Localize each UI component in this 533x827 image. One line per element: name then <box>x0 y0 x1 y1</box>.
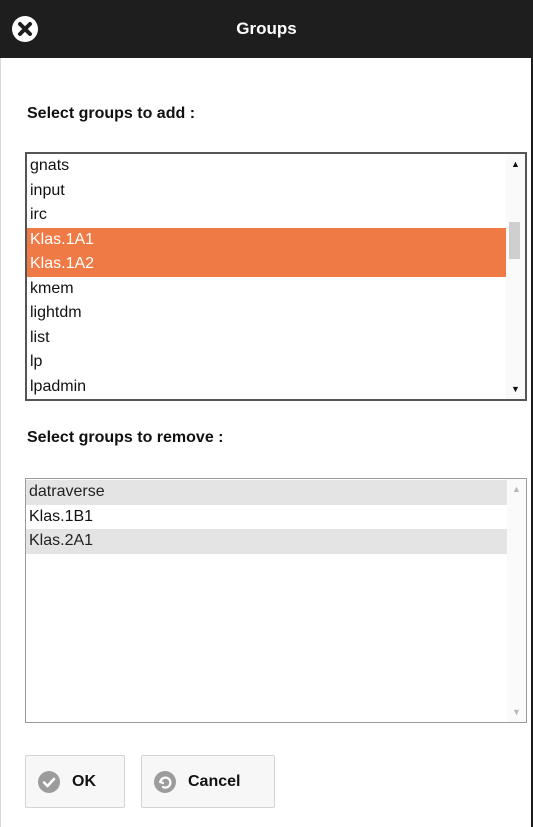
cancel-button[interactable]: Cancel <box>141 755 275 808</box>
remove-group-item[interactable]: datraverse <box>26 480 507 505</box>
add-group-item[interactable]: kmem <box>27 277 506 302</box>
groups-dialog: Groups Select groups to add : gnats input… <box>0 0 533 827</box>
add-group-item[interactable]: lightdm <box>27 301 506 326</box>
add-groups-label: Select groups to add : <box>27 105 196 122</box>
add-groups-listbox[interactable]: gnats input irc Klas.1A1 Klas.1A2 kmem lightdm… <box>25 152 527 401</box>
scroll-up-arrow-icon[interactable]: ▲ <box>506 156 525 172</box>
remove-groups-scrollbar[interactable]: ▲ ▼ <box>507 479 526 722</box>
title-bar: Groups <box>0 0 533 58</box>
scroll-up-arrow-icon[interactable]: ▲ <box>507 481 526 497</box>
check-circle-icon <box>38 770 60 793</box>
add-groups-scrollbar[interactable]: ▲ ▼ <box>506 154 525 399</box>
remove-groups-label: Select groups to remove : <box>27 429 224 446</box>
scroll-down-arrow-icon[interactable]: ▼ <box>507 704 526 720</box>
add-group-item[interactable]: list <box>27 326 506 351</box>
add-group-item[interactable]: input <box>27 179 506 204</box>
ok-button-label: OK <box>72 772 96 790</box>
add-group-item[interactable]: lp <box>27 350 506 375</box>
add-group-item[interactable]: Klas.1A1 <box>27 227 506 252</box>
undo-circle-icon <box>154 770 176 793</box>
add-group-item[interactable]: irc <box>27 203 506 228</box>
scroll-down-arrow-icon[interactable]: ▼ <box>506 381 525 397</box>
remove-group-item[interactable]: Klas.1B1 <box>26 505 507 530</box>
remove-groups-list: datraverse Klas.1B1 Klas.2A1 <box>26 480 507 554</box>
add-group-item[interactable]: lpadmin <box>27 375 506 400</box>
ok-button[interactable]: OK <box>25 755 125 808</box>
remove-groups-listbox[interactable]: datraverse Klas.1B1 Klas.2A1 ▲ ▼ <box>25 478 527 723</box>
add-groups-list: gnats input irc Klas.1A1 Klas.1A2 kmem lightdm… <box>27 154 506 399</box>
dialog-title: Groups <box>236 19 297 38</box>
cancel-button-label: Cancel <box>188 772 241 790</box>
scroll-thumb[interactable] <box>509 222 520 259</box>
add-group-item[interactable]: gnats <box>27 154 506 179</box>
add-group-item[interactable]: Klas.1A2 <box>27 252 506 277</box>
remove-group-item[interactable]: Klas.2A1 <box>26 529 507 554</box>
dialog-left-border <box>0 58 1 827</box>
